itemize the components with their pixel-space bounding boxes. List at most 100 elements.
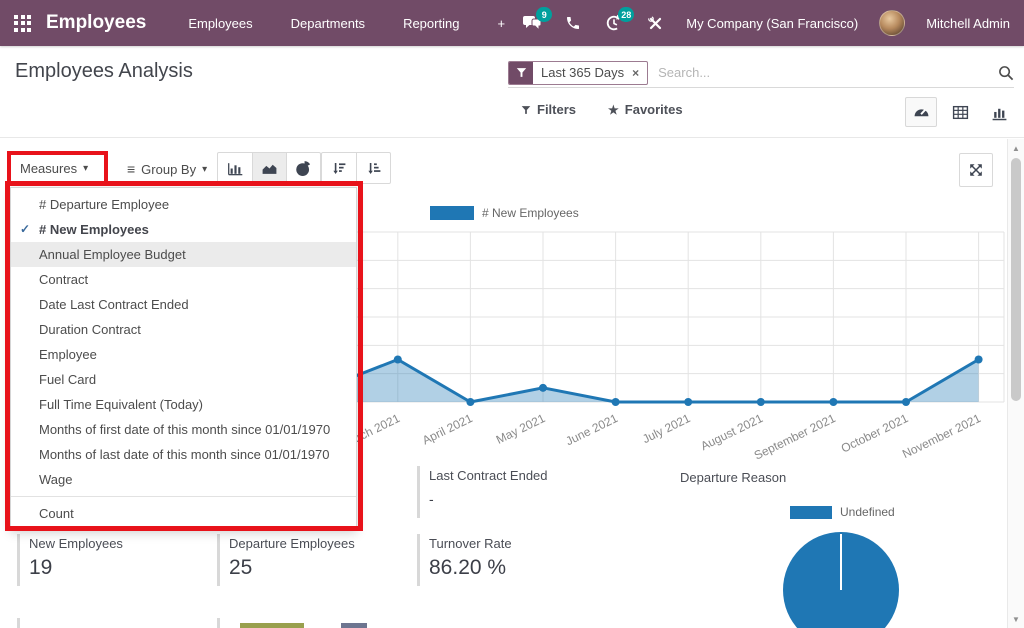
svg-text:July 2021: July 2021	[640, 411, 693, 446]
svg-text:April 2021: April 2021	[420, 411, 475, 447]
view-graph-button[interactable]	[983, 97, 1015, 127]
search-icon[interactable]	[998, 65, 1014, 81]
dropdown-item-hovered[interactable]: Annual Employee Budget	[11, 242, 356, 267]
departure-reason-title: Departure Reason	[680, 470, 786, 485]
svg-text:November 2021: November 2021	[900, 411, 983, 461]
facet-close-icon[interactable]: ×	[632, 66, 639, 80]
sort-asc-icon	[366, 160, 382, 176]
menu-reporting[interactable]: Reporting	[403, 16, 459, 31]
favorites-button[interactable]: ★ Favorites	[608, 102, 683, 117]
sort-ascending-button[interactable]	[356, 153, 390, 183]
chart-type-group	[217, 152, 321, 184]
chevron-down-icon: ▾	[202, 164, 207, 175]
dropdown-item[interactable]: Duration Contract	[11, 317, 356, 342]
menu-departments[interactable]: Departments	[291, 16, 365, 31]
scroll-up-arrow[interactable]: ▲	[1008, 144, 1024, 153]
dropdown-item[interactable]: Fuel Card	[11, 367, 356, 392]
messages-icon[interactable]: 9	[522, 14, 542, 32]
measures-button[interactable]: Measures ▾	[20, 161, 88, 176]
next-row-card-edge	[17, 618, 20, 628]
dropdown-item-selected[interactable]: ✓ # New Employees	[11, 217, 356, 242]
expand-arrows-icon	[968, 162, 984, 178]
pie-legend-swatch	[790, 506, 832, 519]
dropdown-item[interactable]: Full Time Equivalent (Today)	[11, 392, 356, 417]
measures-dropdown: # Departure Employee ✓ # New Employees A…	[10, 187, 357, 529]
main-menu: Employees Departments Reporting +	[188, 16, 505, 31]
area-chart-icon	[261, 160, 278, 177]
dashboard-gauge-icon	[913, 104, 930, 121]
menu-lines-icon: ≡	[127, 161, 135, 177]
bar-chart-icon	[227, 160, 244, 177]
menu-employees[interactable]: Employees	[188, 16, 252, 31]
chevron-down-icon: ▾	[83, 163, 88, 174]
group-by-button[interactable]: ≡ Group By ▾	[127, 161, 207, 177]
pie-legend[interactable]: Undefined	[790, 505, 895, 519]
scroll-down-arrow[interactable]: ▼	[1008, 615, 1024, 624]
svg-text:May 2021: May 2021	[494, 411, 548, 447]
legend-label: # New Employees	[482, 206, 579, 220]
bar-chart-button[interactable]	[218, 153, 252, 183]
dropdown-item[interactable]: Employee	[11, 342, 356, 367]
expand-fullscreen-button[interactable]	[959, 153, 993, 187]
search-bar: Last 365 Days ×	[508, 58, 1014, 88]
kpi-turnover-rate: Turnover Rate 86.20 %	[417, 534, 607, 586]
dropdown-item[interactable]: Contract	[11, 267, 356, 292]
dropdown-item[interactable]: Months of first date of this month since…	[11, 417, 356, 442]
kpi-value: 86.20 %	[429, 556, 607, 580]
top-navbar: Employees Employees Departments Reportin…	[0, 0, 1024, 46]
legend-swatch	[430, 206, 474, 220]
sort-descending-button[interactable]	[322, 153, 356, 183]
view-switcher	[905, 97, 1015, 127]
svg-text:October 2021: October 2021	[839, 411, 911, 456]
kpi-value: 25	[229, 556, 407, 580]
pie-chart-button[interactable]	[286, 153, 320, 183]
avatar[interactable]	[879, 10, 905, 36]
company-switcher[interactable]: My Company (San Francisco)	[686, 16, 858, 31]
kpi-new-employees: New Employees 19	[17, 534, 207, 586]
vertical-scrollbar[interactable]: ▲ ▼	[1007, 139, 1024, 628]
check-icon: ✓	[20, 217, 30, 242]
filters-button[interactable]: Filters	[521, 102, 576, 117]
tools-icon[interactable]	[645, 14, 665, 32]
clipped-text-sliver	[341, 623, 367, 628]
pie-chart-icon	[295, 160, 312, 177]
phone-icon[interactable]	[563, 14, 583, 32]
dropdown-item[interactable]: Date Last Contract Ended	[11, 292, 356, 317]
dropdown-item[interactable]: # Departure Employee	[11, 192, 356, 217]
scrollbar-thumb[interactable]	[1011, 158, 1021, 401]
kpi-value: 19	[29, 556, 207, 580]
dropdown-item[interactable]: Months of last date of this month since …	[11, 442, 356, 467]
facet-label: Last 365 Days	[533, 65, 632, 80]
apps-menu-icon[interactable]	[14, 15, 31, 32]
activities-badge: 28	[618, 7, 634, 22]
search-facet: Last 365 Days ×	[508, 61, 648, 85]
star-icon: ★	[608, 103, 619, 117]
svg-text:June 2021: June 2021	[563, 411, 620, 448]
line-chart-button[interactable]	[252, 153, 286, 183]
sort-desc-icon	[331, 160, 347, 176]
filter-icon	[521, 105, 531, 115]
app-title: Employees	[46, 12, 146, 34]
view-dashboard-button[interactable]	[905, 97, 937, 127]
page-title: Employees Analysis	[15, 60, 193, 83]
messages-badge: 9	[536, 7, 552, 22]
kpi-value: -	[429, 491, 607, 507]
activities-icon[interactable]: 28	[604, 14, 624, 32]
kpi-last-contract-ended: Last Contract Ended -	[417, 466, 607, 518]
clipped-text-sliver	[240, 623, 304, 628]
dropdown-divider	[11, 496, 356, 497]
chart-legend[interactable]: # New Employees	[430, 206, 579, 220]
menu-plus[interactable]: +	[497, 16, 505, 31]
user-menu[interactable]: Mitchell Admin	[926, 16, 1010, 31]
view-list-button[interactable]	[944, 97, 976, 127]
bar-chart-icon	[991, 104, 1008, 121]
kpi-departure-employees: Departure Employees 25	[217, 534, 407, 586]
filter-funnel-icon	[509, 61, 533, 85]
dropdown-item[interactable]: Wage	[11, 467, 356, 492]
dropdown-item-count[interactable]: Count	[11, 501, 356, 526]
svg-text:September 2021: September 2021	[752, 411, 838, 463]
panel-divider	[0, 137, 1024, 138]
pie-slice-divider	[840, 534, 842, 590]
search-input[interactable]	[658, 65, 998, 80]
svg-text:August 2021: August 2021	[698, 411, 765, 453]
